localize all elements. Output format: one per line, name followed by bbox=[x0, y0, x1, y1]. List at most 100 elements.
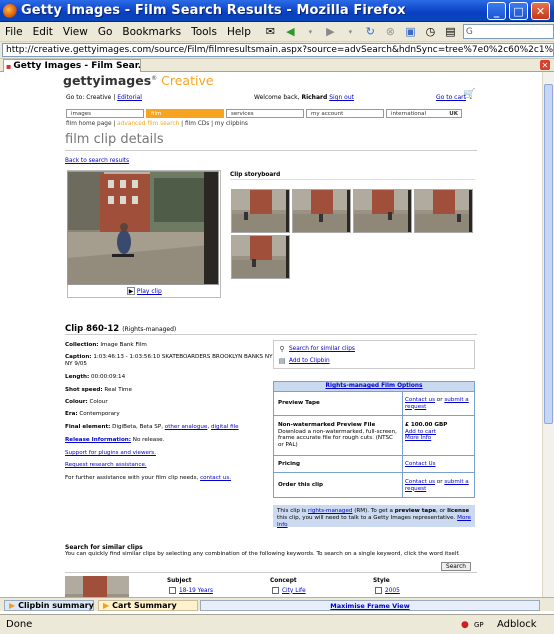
checkbox[interactable] bbox=[169, 587, 176, 594]
nav-film[interactable]: film bbox=[146, 109, 224, 118]
main-clip-image[interactable] bbox=[67, 171, 219, 285]
checkbox[interactable] bbox=[272, 587, 279, 594]
colour-label: Colour: bbox=[65, 399, 88, 405]
reload-icon[interactable]: ↻ bbox=[362, 24, 379, 39]
nav-my-account[interactable]: my account bbox=[306, 109, 384, 118]
subnav-my-clipbins[interactable]: my clipbins bbox=[215, 121, 248, 127]
menu-tools[interactable]: Tools bbox=[186, 26, 222, 38]
rights-managed-link[interactable]: rights-managed bbox=[308, 508, 352, 514]
maximise-frame-bar[interactable]: Maximise Frame View bbox=[200, 600, 540, 611]
go-to-cart-link[interactable]: Go to cart bbox=[436, 94, 466, 101]
status-gp: GP bbox=[474, 620, 484, 629]
kw-subject-item[interactable]: 18-19 Years bbox=[169, 587, 213, 594]
minimize-button[interactable]: _ bbox=[487, 2, 506, 20]
release-info-link[interactable]: Release Information: bbox=[65, 437, 131, 443]
signout-link[interactable]: Sign out bbox=[329, 94, 354, 101]
search-input[interactable]: G bbox=[462, 24, 554, 39]
contact-us-link[interactable]: Contact us bbox=[405, 397, 435, 403]
option-desc: Download a non-watermarked, full-screen,… bbox=[278, 428, 397, 448]
url-input[interactable]: http://creative.gettyimages.com/source/F… bbox=[2, 43, 554, 57]
adblock-label[interactable]: Adblock bbox=[497, 619, 537, 630]
goto-editorial-link[interactable]: Editorial bbox=[117, 94, 142, 101]
add-to-cart-link[interactable]: Add to cart bbox=[405, 429, 436, 435]
goto-links: Go to: Creative | Editorial bbox=[66, 94, 142, 101]
tab-getty[interactable]: ▪ Getty Images - Film Sear... bbox=[3, 59, 141, 72]
nav-services[interactable]: services bbox=[226, 109, 304, 118]
nav-images[interactable]: images bbox=[66, 109, 144, 118]
cart-icon[interactable]: 🛒 bbox=[463, 89, 475, 100]
history-icon[interactable]: ◷ bbox=[422, 24, 439, 39]
stop-icon[interactable]: ⊗ bbox=[382, 24, 399, 39]
kw-link[interactable]: City Life bbox=[282, 588, 306, 594]
vertical-scrollbar[interactable] bbox=[542, 72, 554, 597]
add-to-clipbin-link[interactable]: Add to Clipbin bbox=[289, 358, 330, 364]
maximise-frame-link[interactable]: Maximise Frame View bbox=[330, 602, 409, 610]
play-clip-button[interactable]: ▶ Play clip bbox=[127, 287, 162, 295]
similar-search-button[interactable]: Search bbox=[441, 562, 471, 571]
clip-actions-box: ⚲ Search for similar clips ▤ Add to Clipbi… bbox=[273, 340, 475, 369]
checkbox[interactable] bbox=[375, 587, 382, 594]
getty-logo[interactable]: gettyimages® Creative bbox=[63, 73, 214, 88]
page-icon: ▪ bbox=[6, 61, 12, 71]
contact-us-link[interactable]: Contact us bbox=[405, 479, 435, 485]
storyboard-frame[interactable] bbox=[414, 189, 473, 233]
options-title[interactable]: Rights-managed Film Options bbox=[326, 383, 423, 389]
search-similar-link[interactable]: Search for similar clips bbox=[289, 346, 355, 352]
storyboard-frame[interactable] bbox=[231, 235, 290, 279]
menu-edit[interactable]: Edit bbox=[28, 26, 58, 38]
contact-us-link[interactable]: contact us. bbox=[200, 475, 231, 481]
menubar: File Edit View Go Bookmarks Tools Help ✉… bbox=[0, 22, 554, 42]
back-to-results-link[interactable]: Back to search results bbox=[65, 158, 129, 164]
support-plugins-link[interactable]: Support for plugins and viewers. bbox=[65, 450, 273, 457]
storyboard-divider bbox=[230, 179, 475, 180]
menu-bookmarks[interactable]: Bookmarks bbox=[117, 26, 186, 38]
forward-dropdown-icon[interactable]: ▾ bbox=[342, 24, 359, 39]
kw-concept-item[interactable]: City Life bbox=[272, 587, 306, 594]
clip-heading: Clip 860-12 (Rights-managed) bbox=[65, 324, 176, 334]
google-icon: G bbox=[465, 26, 473, 37]
more-info-link[interactable]: More Info bbox=[405, 435, 431, 441]
nav-international[interactable]: international UK bbox=[386, 109, 462, 118]
subnav-film-cds[interactable]: film CDs bbox=[185, 121, 209, 127]
note-text: This clip is bbox=[277, 508, 307, 514]
clipbin-summary-tab[interactable]: ▶ Clipbin summary bbox=[4, 600, 94, 611]
price: £ 100.00 GBP bbox=[405, 422, 448, 428]
back-icon[interactable]: ◀ bbox=[282, 24, 299, 39]
kw-style-item[interactable]: 2005 bbox=[375, 587, 400, 594]
play-clip-label[interactable]: Play clip bbox=[137, 288, 162, 295]
logo-reg: ® bbox=[151, 74, 158, 82]
storyboard-frame[interactable] bbox=[231, 189, 290, 233]
bookmark-icon[interactable]: ▣ bbox=[402, 24, 419, 39]
close-button[interactable]: ✕ bbox=[531, 2, 550, 20]
storyboard-frame[interactable] bbox=[353, 189, 412, 233]
menu-help[interactable]: Help bbox=[222, 26, 256, 38]
storyboard-label: Clip storyboard bbox=[230, 172, 281, 178]
add-clipbin-row[interactable]: ▤ Add to Clipbin bbox=[278, 357, 330, 365]
other-analogue-link[interactable]: other analogue bbox=[165, 424, 208, 430]
research-assistance-link[interactable]: Request research assistance. bbox=[65, 462, 273, 469]
go-to-cart-label[interactable]: Go to cart bbox=[436, 94, 466, 101]
speed-row: Shot speed: Real Time bbox=[65, 387, 273, 394]
maximize-button[interactable]: □ bbox=[509, 2, 528, 20]
menu-view[interactable]: View bbox=[58, 26, 93, 38]
contact-us-link[interactable]: Contact Us bbox=[405, 461, 436, 467]
kw-subject-head: Subject bbox=[167, 578, 192, 584]
mail-icon[interactable]: ✉ bbox=[262, 24, 279, 39]
cart-summary-tab[interactable]: ▶ Cart Summary bbox=[98, 600, 198, 611]
menu-go[interactable]: Go bbox=[93, 26, 118, 38]
digital-file-link[interactable]: digital file bbox=[211, 424, 239, 430]
subnav-advanced-search[interactable]: advanced film search bbox=[117, 121, 179, 127]
forward-icon[interactable]: ▶ bbox=[322, 24, 339, 39]
menu-file[interactable]: File bbox=[0, 26, 28, 38]
kw-link[interactable]: 2005 bbox=[385, 588, 400, 594]
kw-link[interactable]: 18-19 Years bbox=[179, 588, 213, 594]
option-order: Order this clip Contact us or submit a r… bbox=[274, 472, 474, 498]
storyboard-frame[interactable] bbox=[292, 189, 351, 233]
subnav-film-home[interactable]: film home page bbox=[66, 121, 112, 127]
back-dropdown-icon[interactable]: ▾ bbox=[302, 24, 319, 39]
scrollbar-thumb[interactable] bbox=[544, 84, 553, 424]
print-icon[interactable]: ▤ bbox=[442, 24, 459, 39]
search-similar-row[interactable]: ⚲ Search for similar clips bbox=[278, 345, 355, 353]
close-tab-icon[interactable]: ✕ bbox=[540, 60, 550, 70]
page-title: film clip details bbox=[65, 132, 164, 147]
